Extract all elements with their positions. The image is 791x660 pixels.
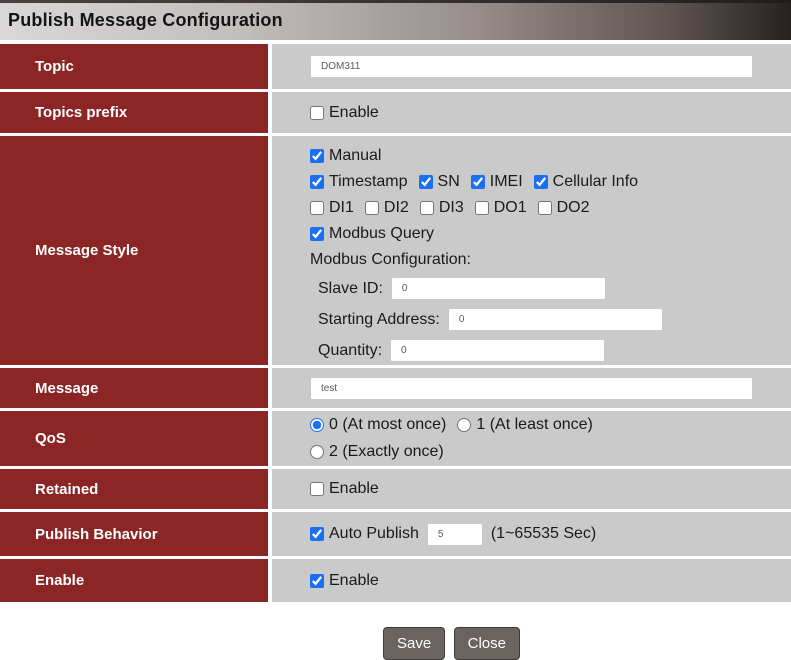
modbus-configuration-heading: Modbus Configuration:	[310, 251, 471, 269]
imei-option: IMEI	[471, 173, 523, 191]
slave-id-input[interactable]	[391, 277, 606, 300]
manual-text: Manual	[329, 147, 381, 165]
manual-option: Manual	[310, 147, 381, 165]
qos-0-option: 0 (At most once)	[310, 416, 446, 434]
cellular-info-checkbox[interactable]	[534, 175, 548, 189]
retained-enable-text: Enable	[329, 480, 379, 498]
slave-id-label: Slave ID:	[318, 280, 383, 298]
do1-text: DO1	[494, 199, 527, 217]
publish-behavior-label: Publish Behavior	[0, 512, 268, 556]
imei-text: IMEI	[490, 173, 523, 191]
topics-prefix-enable-option: Enable	[310, 104, 379, 122]
cellular-info-option: Cellular Info	[534, 173, 638, 191]
sn-text: SN	[438, 173, 460, 191]
auto-publish-text: Auto Publish	[329, 525, 419, 543]
auto-publish-range-hint: (1~65535 Sec)	[491, 525, 596, 543]
qos-1-radio[interactable]	[457, 418, 471, 432]
di1-option: DI1	[310, 199, 354, 217]
do2-text: DO2	[557, 199, 590, 217]
topics-prefix-label: Topics prefix	[0, 92, 268, 133]
qos-2-radio[interactable]	[310, 445, 324, 459]
page-title: Publish Message Configuration	[8, 10, 283, 31]
auto-publish-option: Auto Publish	[310, 525, 419, 543]
qos-0-text: 0 (At most once)	[329, 416, 446, 434]
retained-enable-checkbox[interactable]	[310, 482, 324, 496]
auto-publish-interval-input[interactable]	[427, 523, 483, 546]
timestamp-text: Timestamp	[329, 173, 408, 191]
quantity-label: Quantity:	[318, 342, 382, 360]
qos-0-radio[interactable]	[310, 418, 324, 432]
sn-checkbox[interactable]	[419, 175, 433, 189]
message-style-line-meta: Timestamp SN IMEI Cellular Info	[310, 173, 638, 191]
enable-text: Enable	[329, 572, 379, 590]
retained-label: Retained	[0, 469, 268, 509]
starting-address-label: Starting Address:	[318, 311, 440, 329]
quantity-row: Quantity:	[310, 339, 605, 362]
row-message: Message	[0, 368, 791, 408]
enable-label: Enable	[0, 559, 268, 602]
manual-checkbox[interactable]	[310, 149, 324, 163]
di2-option: DI2	[365, 199, 409, 217]
qos-2-option: 2 (Exactly once)	[310, 443, 444, 461]
imei-checkbox[interactable]	[471, 175, 485, 189]
di3-checkbox[interactable]	[420, 201, 434, 215]
message-style-line-modbus-query: Modbus Query	[310, 225, 434, 243]
page-header: Publish Message Configuration	[0, 0, 791, 40]
topics-prefix-enable-checkbox[interactable]	[310, 106, 324, 120]
save-button[interactable]: Save	[383, 627, 445, 660]
qos-line-1: 0 (At most once) 1 (At least once)	[310, 416, 593, 434]
close-button[interactable]: Close	[454, 627, 520, 660]
message-style-label: Message Style	[0, 136, 268, 365]
timestamp-option: Timestamp	[310, 173, 408, 191]
auto-publish-checkbox[interactable]	[310, 527, 324, 541]
row-message-style: Message Style Manual Timestamp SN	[0, 136, 791, 365]
row-publish-behavior: Publish Behavior Auto Publish (1~65535 S…	[0, 512, 791, 556]
row-qos: QoS 0 (At most once) 1 (At least once) 2…	[0, 411, 791, 466]
topic-label: Topic	[0, 44, 268, 89]
enable-option: Enable	[310, 572, 379, 590]
di3-text: DI3	[439, 199, 464, 217]
qos-label: QoS	[0, 411, 268, 466]
publish-message-configuration-page: Publish Message Configuration Topic Topi…	[0, 0, 791, 660]
row-enable: Enable Enable	[0, 559, 791, 602]
starting-address-row: Starting Address:	[310, 308, 663, 331]
cellular-info-text: Cellular Info	[553, 173, 638, 191]
slave-id-row: Slave ID:	[310, 277, 606, 300]
modbus-query-checkbox[interactable]	[310, 227, 324, 241]
message-label: Message	[0, 368, 268, 408]
timestamp-checkbox[interactable]	[310, 175, 324, 189]
qos-1-text: 1 (At least once)	[476, 416, 593, 434]
di1-checkbox[interactable]	[310, 201, 324, 215]
message-style-line-manual: Manual	[310, 147, 381, 165]
message-input[interactable]	[310, 377, 753, 400]
di3-option: DI3	[420, 199, 464, 217]
topics-prefix-enable-text: Enable	[329, 104, 379, 122]
do2-option: DO2	[538, 199, 590, 217]
topic-input[interactable]	[310, 55, 753, 78]
retained-enable-option: Enable	[310, 480, 379, 498]
qos-2-text: 2 (Exactly once)	[329, 443, 444, 461]
row-topics-prefix: Topics prefix Enable	[0, 92, 791, 133]
footer-button-bar: Save Close	[0, 605, 791, 660]
do2-checkbox[interactable]	[538, 201, 552, 215]
di2-checkbox[interactable]	[365, 201, 379, 215]
enable-checkbox[interactable]	[310, 574, 324, 588]
do1-checkbox[interactable]	[475, 201, 489, 215]
row-retained: Retained Enable	[0, 469, 791, 509]
quantity-input[interactable]	[390, 339, 605, 362]
sn-option: SN	[419, 173, 460, 191]
di2-text: DI2	[384, 199, 409, 217]
starting-address-input[interactable]	[448, 308, 663, 331]
qos-line-2: 2 (Exactly once)	[310, 443, 444, 461]
modbus-query-option: Modbus Query	[310, 225, 434, 243]
modbus-query-text: Modbus Query	[329, 225, 434, 243]
row-topic: Topic	[0, 44, 791, 89]
qos-1-option: 1 (At least once)	[457, 416, 593, 434]
do1-option: DO1	[475, 199, 527, 217]
message-style-line-io: DI1 DI2 DI3 DO1 DO2	[310, 199, 590, 217]
di1-text: DI1	[329, 199, 354, 217]
